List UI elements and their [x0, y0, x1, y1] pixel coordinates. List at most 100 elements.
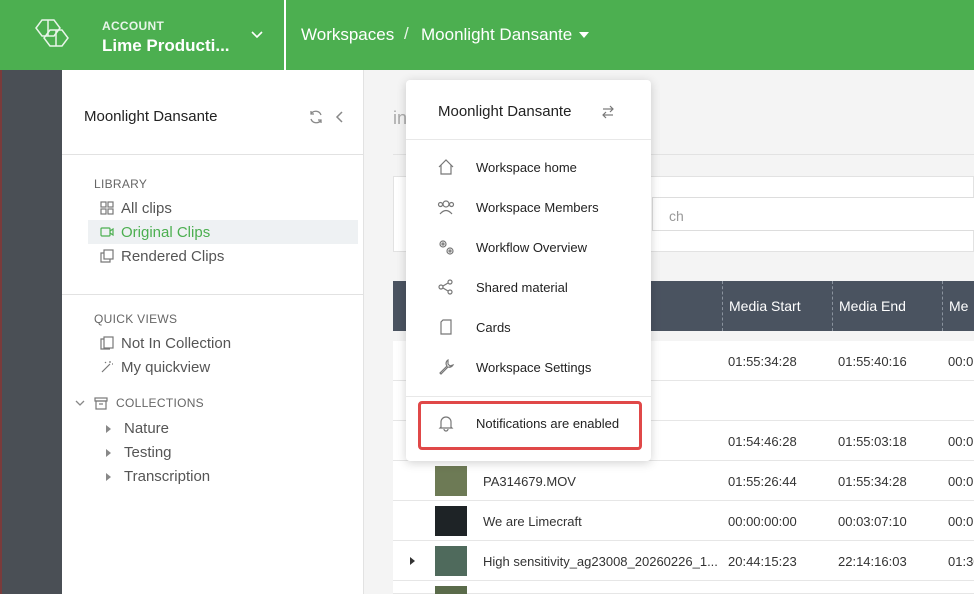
copy-icon	[100, 249, 114, 263]
truncated-cell: 00:0	[948, 433, 974, 449]
clip-thumbnail[interactable]	[435, 506, 467, 536]
menu-item-workspace-home[interactable]: Workspace home	[406, 147, 651, 187]
collections-header[interactable]: COLLECTIONS	[74, 396, 204, 410]
clip-thumbnail[interactable]	[435, 466, 467, 496]
search-input[interactable]: ch	[652, 197, 974, 231]
account-label: ACCOUNT	[102, 19, 165, 33]
collection-item-testing[interactable]: Testing	[106, 444, 172, 461]
sidebar: Moonlight Dansante LIBRARY All clips Ori…	[62, 70, 364, 594]
sidebar-item-rendered-clips[interactable]: Rendered Clips	[88, 244, 358, 268]
clip-thumbnail[interactable]	[435, 586, 467, 594]
clip-thumbnail[interactable]	[435, 546, 467, 576]
expand-icon[interactable]	[106, 424, 111, 433]
menu-item-workflow-overview[interactable]: Workflow Overview	[406, 227, 651, 267]
sidebar-item-my-quickview[interactable]: My quickview	[88, 355, 358, 379]
divider	[406, 396, 651, 397]
archive-icon	[94, 397, 108, 410]
collection-label: Testing	[124, 444, 172, 461]
sidebar-workspace-title: Moonlight Dansante	[84, 108, 218, 125]
breadcrumb-workspace[interactable]: Moonlight Dansante	[421, 25, 572, 45]
sidebar-item-label: All clips	[121, 199, 172, 217]
home-icon	[438, 159, 454, 175]
menu-item-workspace-settings[interactable]: Workspace Settings	[406, 347, 651, 387]
users-icon	[437, 200, 455, 215]
search-placeholder: ch	[669, 208, 684, 224]
collections-title: COLLECTIONS	[116, 396, 204, 410]
wrench-icon	[439, 358, 455, 375]
media-end-cell: 00:03:07:10	[838, 513, 907, 529]
sd-card-icon	[440, 319, 452, 335]
media-end-cell: 01:55:34:28	[838, 473, 907, 489]
column-header-media-end[interactable]: Media End	[832, 281, 942, 331]
sidebar-item-label: Not In Collection	[121, 334, 232, 352]
clip-name-cell[interactable]: High sensitivity_ag23008_20260226_1...	[483, 541, 718, 581]
chevron-down-icon[interactable]	[250, 28, 264, 42]
left-rail-edge	[0, 70, 2, 594]
truncated-cell: 00:0	[948, 513, 974, 529]
collection-label: Nature	[124, 420, 170, 437]
sidebar-item-label: Rendered Clips	[121, 247, 225, 265]
divider	[62, 294, 363, 295]
video-camera-icon	[100, 227, 114, 237]
truncated-cell: 00:0	[948, 473, 974, 489]
media-start-cell: 01:54:46:28	[728, 433, 797, 449]
quickviews-title: QUICK VIEWS	[94, 312, 178, 326]
collection-label: Transcription	[124, 468, 211, 485]
table-row[interactable]	[393, 581, 974, 594]
sidebar-item-not-in-collection[interactable]: Not In Collection	[88, 331, 358, 355]
column-header-media-start[interactable]: Media Start	[722, 281, 832, 331]
clip-name-cell[interactable]: We are Limecraft	[483, 501, 582, 541]
sidebar-item-original-clips[interactable]: Original Clips	[88, 220, 358, 244]
magic-wand-icon	[101, 361, 113, 373]
gears-icon	[439, 240, 454, 255]
breadcrumb-separator: /	[404, 24, 409, 43]
clip-name-cell[interactable]: PA314679.MOV	[483, 461, 576, 501]
menu-item-cards[interactable]: Cards	[406, 307, 651, 347]
caret-down-icon[interactable]	[579, 32, 589, 38]
expand-icon[interactable]	[106, 448, 111, 457]
media-end-cell: 01:55:40:16	[838, 353, 907, 369]
menu-item-shared-material[interactable]: Shared material	[406, 267, 651, 307]
page-title: in	[393, 108, 408, 128]
share-icon	[438, 279, 453, 295]
menu-item-label: Shared material	[476, 279, 568, 295]
breadcrumb-workspaces[interactable]: Workspaces	[301, 25, 394, 45]
limecraft-logo-icon[interactable]	[32, 16, 72, 52]
menu-item-label: Workflow Overview	[476, 239, 588, 255]
swap-icon[interactable]	[601, 105, 615, 119]
grid-icon	[100, 201, 114, 215]
media-end-cell: 22:14:16:03	[838, 553, 907, 569]
chevron-down-icon[interactable]	[74, 397, 86, 409]
highlight-box	[418, 401, 642, 450]
account-name[interactable]: Lime Producti...	[102, 36, 230, 56]
header-divider	[284, 0, 286, 70]
left-rail	[0, 70, 62, 594]
media-start-cell: 01:55:26:44	[728, 473, 797, 489]
menu-item-label: Cards	[476, 319, 511, 335]
menu-item-label: Workspace home	[476, 159, 577, 175]
expand-icon[interactable]	[106, 472, 111, 481]
dropdown-title: Moonlight Dansante	[438, 103, 572, 120]
sidebar-item-all-clips[interactable]: All clips	[88, 196, 358, 220]
table-row[interactable]: PA314679.MOV 01:55:26:44 01:55:34:28 00:…	[393, 461, 974, 501]
media-start-cell: 00:00:00:00	[728, 513, 797, 529]
menu-item-label: Workspace Members	[476, 199, 599, 215]
library-title: LIBRARY	[94, 177, 148, 191]
table-row[interactable]: High sensitivity_ag23008_20260226_1... 2…	[393, 541, 974, 581]
table-row[interactable]: We are Limecraft 00:00:00:00 00:03:07:10…	[393, 501, 974, 541]
document-copy-icon	[100, 336, 114, 350]
workspace-dropdown-menu: Moonlight Dansante Workspace home Worksp…	[406, 80, 651, 461]
expand-row-icon[interactable]	[410, 557, 415, 565]
truncated-cell: 01:30	[948, 553, 974, 569]
media-start-cell: 20:44:15:23	[728, 553, 797, 569]
sync-icon[interactable]	[308, 109, 324, 125]
chevron-left-icon[interactable]	[334, 109, 346, 125]
menu-item-workspace-members[interactable]: Workspace Members	[406, 187, 651, 227]
divider	[62, 154, 363, 155]
truncated-cell: 00:0	[948, 353, 974, 369]
column-header-truncated[interactable]: Me	[942, 281, 974, 331]
divider	[406, 139, 651, 140]
collection-item-transcription[interactable]: Transcription	[106, 468, 210, 485]
collection-item-nature[interactable]: Nature	[106, 420, 169, 437]
media-end-cell: 01:55:03:18	[838, 433, 907, 449]
